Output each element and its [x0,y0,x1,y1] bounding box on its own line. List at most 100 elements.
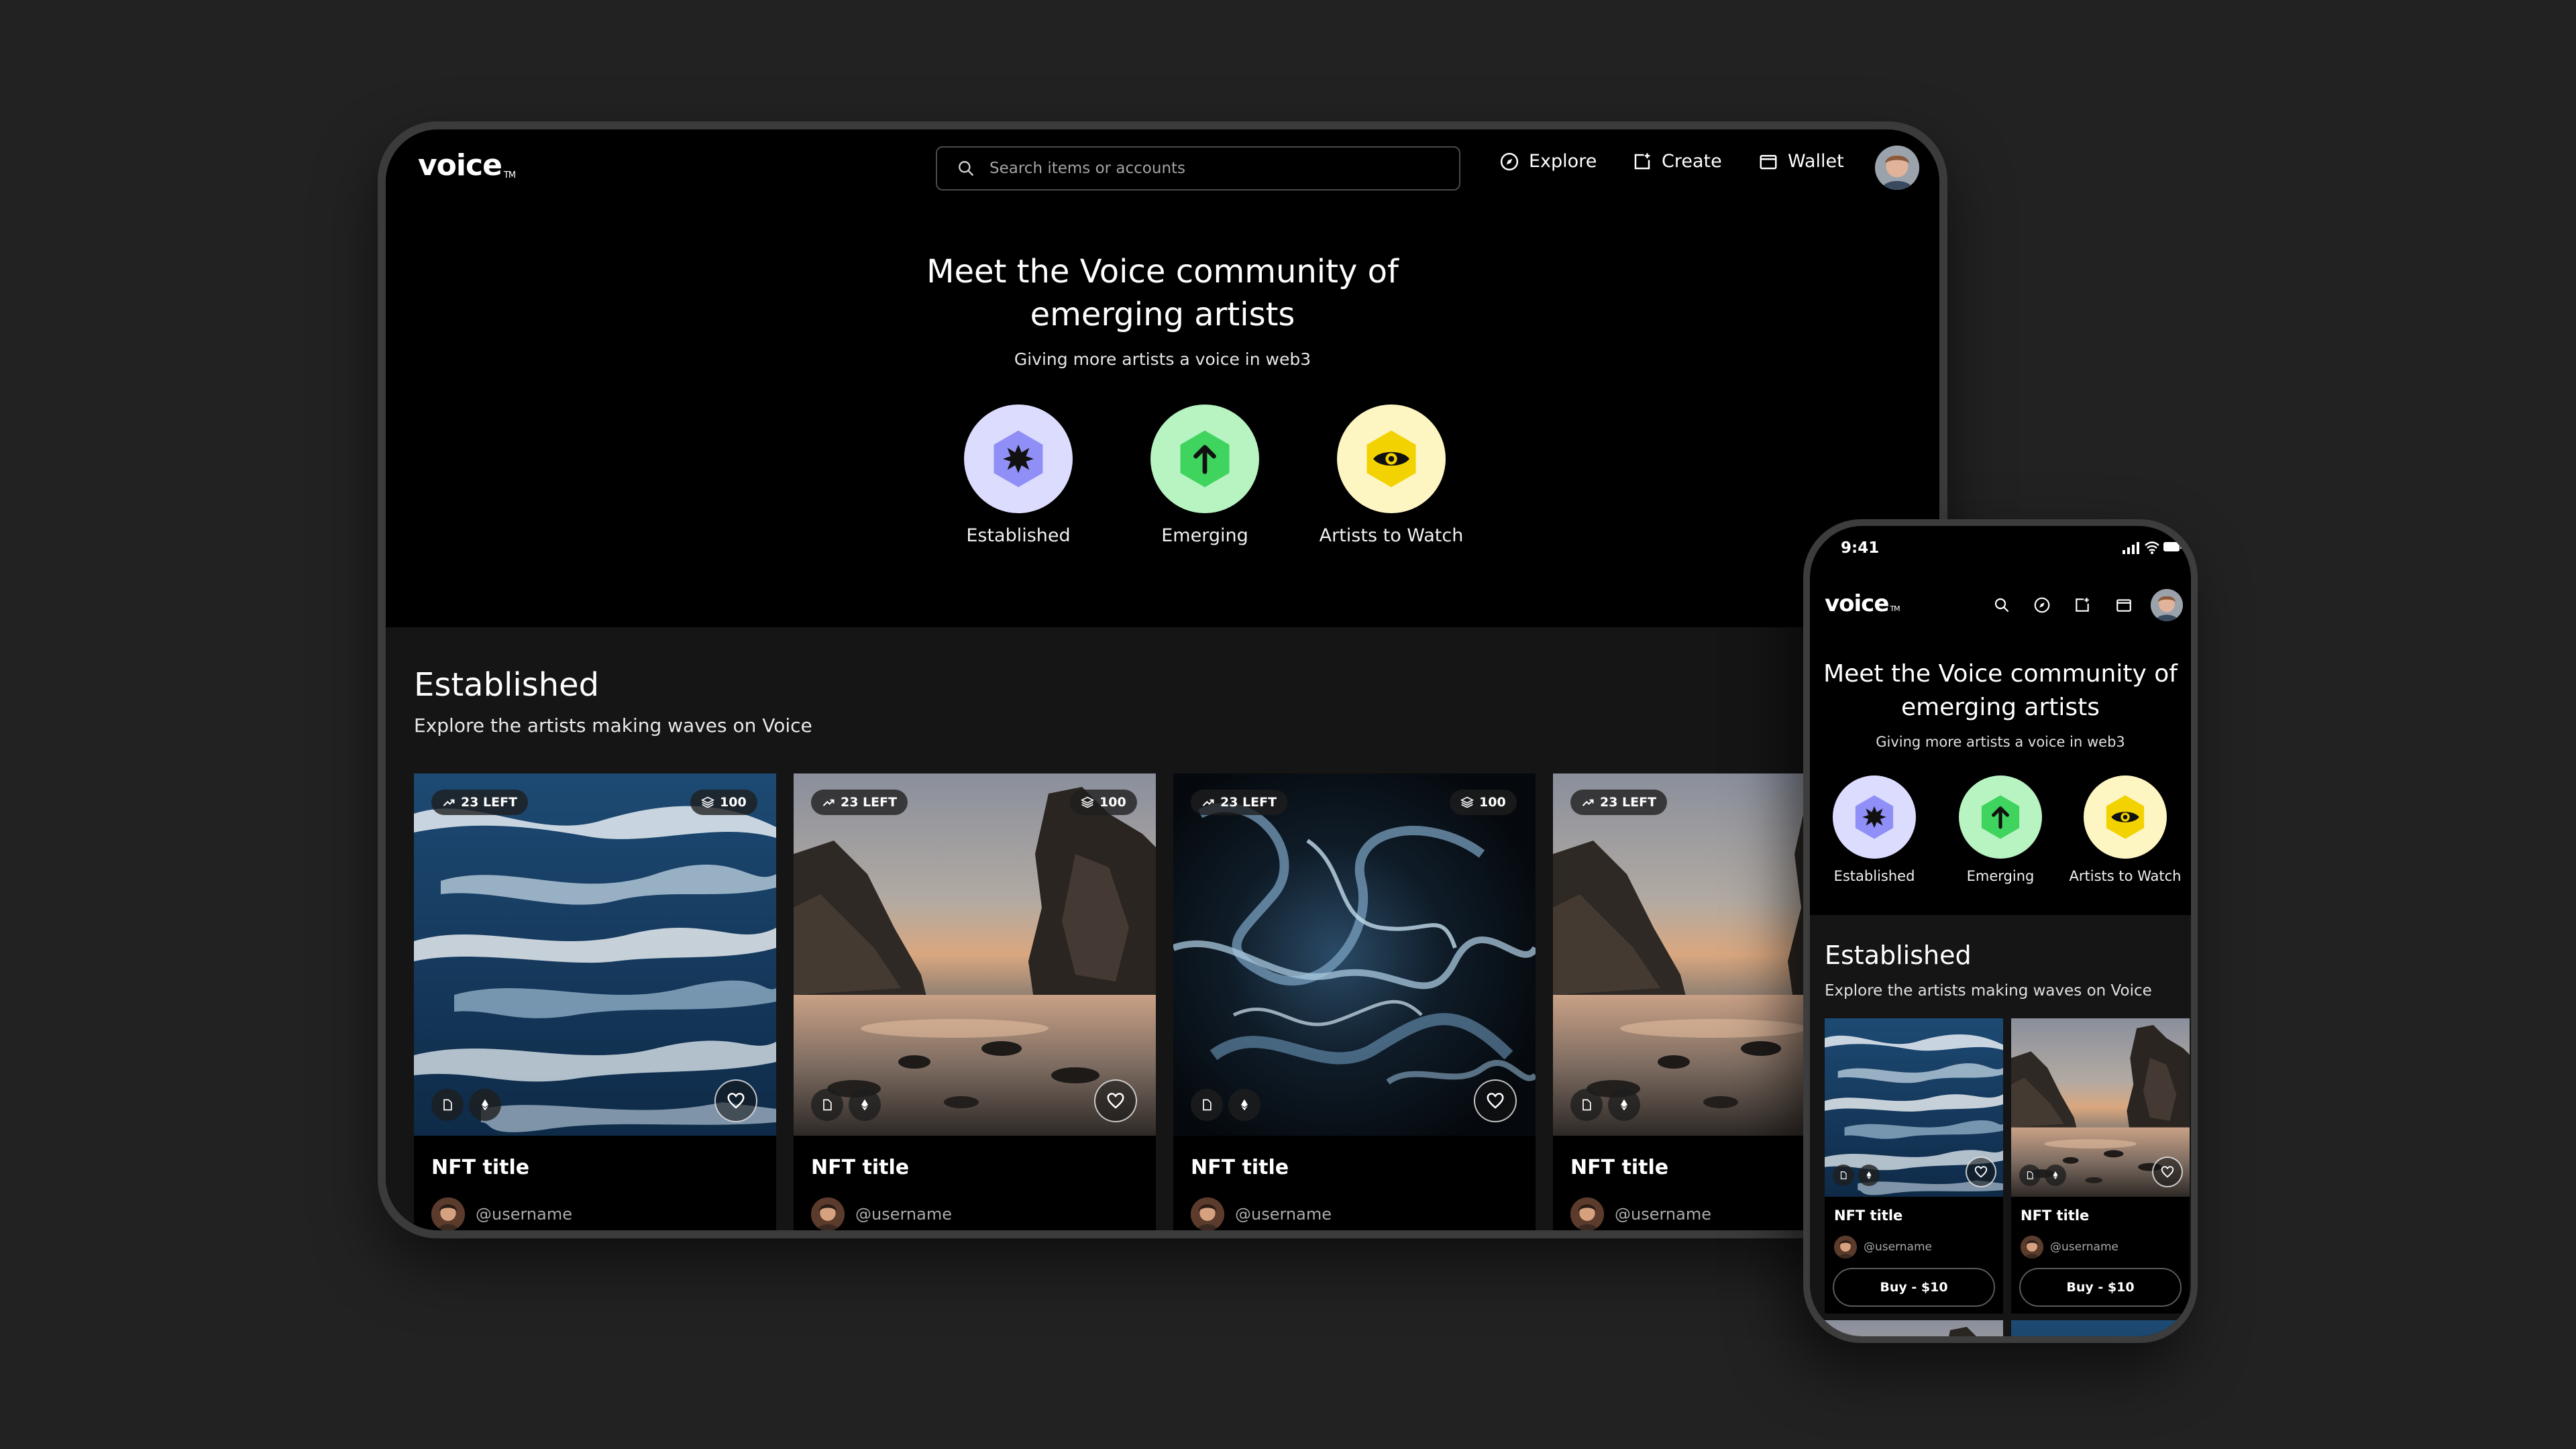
chain-chip [469,1089,501,1121]
search-button[interactable] [1990,593,2014,617]
user-avatar[interactable] [2151,589,2183,621]
search-icon [1994,598,2009,612]
chain-chip [1858,1165,1880,1186]
favorite-button[interactable] [714,1079,757,1122]
category-established[interactable]: Established [931,405,1106,546]
category-established[interactable]: Established [1814,775,1935,884]
creator[interactable]: @username [431,1197,572,1230]
logo[interactable]: voice TM [418,148,516,182]
next-row-card-peek [2011,1320,2190,1336]
hero-title: Meet the Voice community of emerging arti… [1823,660,2178,721]
file-type-chip [1570,1089,1603,1121]
nft-card[interactable]: 23 LEFT 100 NFT title @username [794,773,1156,1230]
creator-avatar [2021,1236,2043,1258]
trend-up-icon [443,799,455,806]
document-icon [823,1099,832,1111]
nft-artwork [414,773,776,1136]
creator-username: @username [1235,1205,1332,1224]
creator[interactable]: @username [811,1197,952,1230]
edition-count-pill: 100 [1070,790,1137,815]
artists-to-watch-badge [2084,775,2167,859]
favorite-button[interactable] [1474,1079,1517,1122]
category-label: Established [1833,868,1915,884]
file-type-chip [811,1089,843,1121]
nft-card[interactable]: 23 LEFT 100 NFT title @username [1173,773,1536,1230]
wallet-button[interactable] [2112,593,2136,617]
heart-icon [2161,1166,2174,1178]
nft-card[interactable]: NFT title @username Buy - $10 [1825,1018,2003,1313]
favorite-button[interactable] [1094,1079,1137,1122]
create-icon [2076,598,2089,612]
battery-icon [2163,542,2182,551]
category-emerging[interactable]: Emerging [1940,775,2061,884]
compass-icon [1500,152,1519,170]
nft-artwork [1173,773,1536,1136]
creator[interactable]: @username [1834,1236,1932,1258]
document-icon [1203,1099,1212,1111]
star-burst-icon [994,430,1043,488]
favorite-button[interactable] [1966,1157,1996,1187]
artists-to-watch-badge [1337,405,1446,513]
ethereum-icon [2053,1171,2058,1179]
tablet-screen: voice TM Search items or accounts Explore… [386,129,1939,1230]
wifi-icon [2145,541,2159,554]
compass-icon [2034,597,2050,613]
category-label: Emerging [1161,525,1248,546]
trend-up-icon [1202,799,1214,806]
creator-username: @username [855,1205,952,1224]
buy-button[interactable]: Buy - $10 [2019,1268,2182,1307]
established-badge [964,405,1073,513]
nft-title: NFT title [1834,1208,1903,1224]
creator-username: @username [476,1205,572,1224]
document-icon [1582,1099,1591,1111]
create-icon [1634,153,1650,169]
ethereum-icon [1621,1099,1627,1111]
heart-icon [1974,1166,1988,1178]
favorite-button[interactable] [2152,1157,2183,1187]
category-artists-to-watch[interactable]: Artists to Watch [2065,775,2186,884]
chain-chip [2045,1165,2066,1186]
file-type-chip [431,1089,464,1121]
category-emerging[interactable]: Emerging [1118,405,1292,546]
creator-avatar [1570,1197,1604,1230]
layers-icon [1460,796,1474,808]
nft-card[interactable]: NFT title @username Buy - $10 [2011,1018,2190,1313]
nav-explore[interactable]: Explore [1499,151,1597,172]
explore-button[interactable] [2030,593,2054,617]
nft-title: NFT title [1191,1156,1289,1179]
category-label: Emerging [1966,868,2035,884]
creator-username: @username [1864,1240,1932,1254]
layers-icon [1081,796,1094,808]
section-subtitle: Explore the artists making waves on Voic… [414,714,812,737]
emerging-badge [1959,775,2042,859]
search-icon [959,161,973,176]
creator-avatar [1834,1236,1857,1258]
creator[interactable]: @username [2021,1236,2118,1258]
ethereum-icon [1866,1171,1872,1179]
hero: Meet the Voice community of emerging arti… [386,209,1939,627]
user-avatar[interactable] [1875,146,1919,190]
established-section: Established Explore the artists making w… [386,627,1939,1230]
logo[interactable]: voice TM [1825,590,1900,617]
buy-button[interactable]: Buy - $10 [1833,1268,1995,1307]
category-artists-to-watch[interactable]: Artists to Watch [1304,405,1479,546]
category-label: Established [966,525,1071,546]
creator[interactable]: @username [1570,1197,1711,1230]
nav-wallet[interactable]: Wallet [1758,151,1844,172]
search-input[interactable]: Search items or accounts [936,146,1460,191]
creator[interactable]: @username [1191,1197,1332,1230]
trend-up-icon [1582,799,1594,806]
established-badge [1833,775,1916,859]
arrow-up-icon [1180,430,1230,488]
layers-icon [701,796,714,808]
nav-create[interactable]: Create [1632,151,1722,172]
tablet-device: voice TM Search items or accounts Explore… [378,121,1947,1238]
creator-avatar [431,1197,465,1230]
category-label: Artists to Watch [2069,868,2182,884]
creator-avatar [811,1197,845,1230]
create-button[interactable] [2070,593,2094,617]
document-icon [2027,1171,2033,1179]
document-icon [1840,1171,1847,1179]
creator-avatar [1191,1197,1224,1230]
nft-card[interactable]: 23 LEFT 100 NFT title @username [414,773,776,1230]
